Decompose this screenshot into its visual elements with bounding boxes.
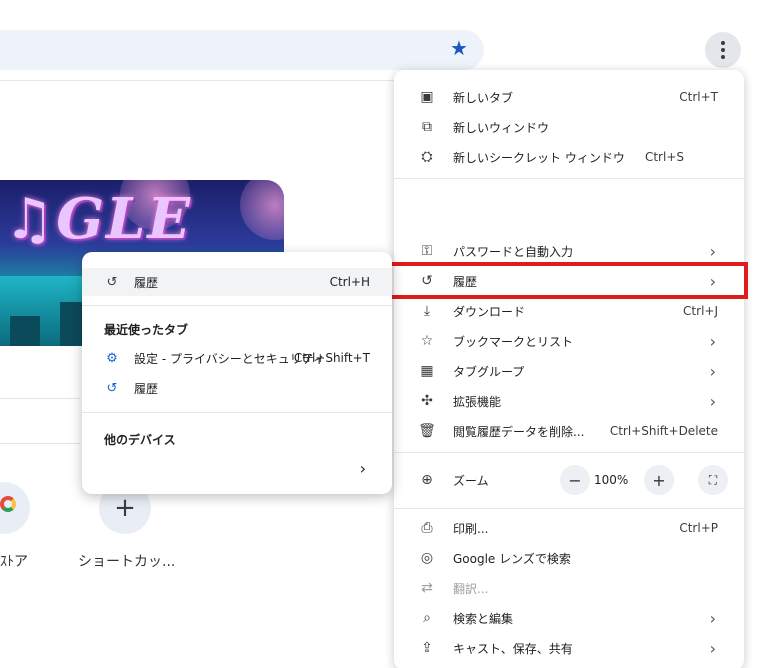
recent-tab-label: 履歴 [134,381,159,396]
shortcut-label: ｽﾄア [0,554,28,570]
minus-icon: − [568,470,582,490]
menu-item-label: 新しいタブ [453,90,514,105]
fullscreen-icon: ⛶ [708,472,718,487]
shortcut-label: ショートカッ... [78,554,176,570]
other-devices-expand[interactable]: › [82,456,392,480]
recent-tab-item[interactable]: ↺ 履歴 [82,376,392,400]
menu-item-print[interactable]: ⎙ 印刷... Ctrl+P [394,513,744,543]
menu-item-label: 拡張機能 [453,394,502,409]
settings-gear-icon: ⚙ [106,350,118,366]
submenu-item-label: 履歴 [134,275,159,290]
search-box[interactable] [0,398,80,444]
menu-divider [394,178,744,179]
recent-tab-shortcut: Ctrl+Shift+T [293,351,370,365]
menu-item-label: パスワードと自動入力 [453,244,574,259]
chevron-right-icon: › [709,331,716,351]
menu-item-label: 印刷... [453,521,489,536]
plus-icon: + [652,470,666,490]
menu-item-label: 翻訳... [453,581,489,596]
menu-item-new-incognito[interactable]: ⛭ 新しいシークレット ウィンドウ Ctrl+S [394,142,744,172]
find-edit-icon: ⌕ [423,610,431,626]
chevron-right-icon: › [709,241,716,261]
menu-item-shortcut: Ctrl+Shift+Delete [609,424,718,438]
bookmark-star-icon: ☆ [420,333,434,349]
menu-item-shortcut: Ctrl+S [644,150,684,164]
submenu-divider [82,412,392,413]
menu-item-extensions[interactable]: ✣ 拡張機能 › [394,386,744,416]
chevron-right-icon: › [709,608,716,628]
zoom-icon: ⊕ [421,472,433,488]
menu-item-label: 新しいウィンドウ [453,120,550,135]
menu-item-label: ブックマークとリスト [453,334,574,349]
menu-item-tab-groups[interactable]: ▦ タブグループ › [394,356,744,386]
menu-item-new-tab[interactable]: ▣ 新しいタブ Ctrl+T [394,82,744,112]
zoom-in-button[interactable]: + [644,465,674,495]
chevron-right-icon: › [709,638,716,658]
history-icon: ↺ [106,380,118,396]
chrome-main-menu: ▣ 新しいタブ Ctrl+T ⧉ 新しいウィンドウ ⛭ 新しいシークレット ウィ… [394,70,744,668]
menu-item-label: ズーム [453,473,489,488]
menu-item-downloads[interactable]: ⤓ ダウンロード Ctrl+J [394,296,744,326]
translate-icon: ⇄ [421,580,433,596]
menu-item-shortcut: Ctrl+J [683,304,718,318]
menu-item-label: ダウンロード [453,304,526,319]
menu-item-bookmarks[interactable]: ☆ ブックマークとリスト › [394,326,744,356]
menu-item-new-window[interactable]: ⧉ 新しいウィンドウ [394,112,744,142]
new-window-icon: ⧉ [422,119,432,135]
zoom-level: 100% [594,473,629,487]
incognito-icon: ⛭ [421,149,433,165]
menu-item-clear-browsing-data[interactable]: 🗑 閲覧履歴データを削除... Ctrl+Shift+Delete [394,416,744,446]
history-highlight-box [386,262,748,299]
menu-item-label: Google レンズで検索 [453,551,571,566]
menu-divider [394,452,744,453]
divider [0,80,395,81]
extensions-icon: ✣ [421,393,433,409]
menu-item-cast-save-share[interactable]: ⇪ キャスト、保存、共有 › [394,633,744,663]
google-lens-icon: ◎ [420,550,434,566]
key-icon: ⚿ [421,243,433,259]
submenu-item-shortcut: Ctrl+H [329,275,370,289]
menu-item-label: タブグループ [453,364,525,379]
menu-item-find-edit[interactable]: ⌕ 検索と編集 › [394,603,744,633]
menu-divider [394,508,744,509]
trash-icon: 🗑 [418,423,436,439]
submenu-item-history[interactable]: ↺ 履歴 Ctrl+H [82,270,392,294]
cast-icon: ⇪ [421,640,433,656]
print-icon: ⎙ [421,520,433,536]
new-tab-icon: ▣ [420,89,434,105]
menu-item-label: 新しいシークレット ウィンドウ [453,150,625,165]
plus-icon: + [114,493,136,523]
fullscreen-button[interactable]: ⛶ [698,465,728,495]
chevron-right-icon: › [709,391,716,411]
address-bar[interactable] [0,30,484,70]
chevron-right-icon: › [709,361,716,381]
download-icon: ⤓ [423,303,431,319]
chevron-right-icon: › [359,458,366,478]
tab-groups-icon: ▦ [420,363,434,379]
menu-item-google-lens[interactable]: ◎ Google レンズで検索 [394,543,744,573]
history-icon: ↺ [106,274,118,290]
recent-tab-item[interactable]: ⚙ 設定 - プライバシーとセキュリティ Ctrl+Shift+T [82,346,392,370]
menu-item-translate: ⇄ 翻訳... [394,573,744,603]
bookmark-star-icon[interactable]: ★ [448,37,470,59]
chrome-menu-button[interactable] [705,32,741,68]
submenu-divider [82,305,392,306]
menu-item-label: キャスト、保存、共有 [453,641,573,656]
other-devices-heading: 他のデバイス [104,433,176,447]
menu-item-label: 閲覧履歴データを削除... [453,424,585,439]
doodle-logo: ♫GLE [4,186,193,252]
menu-item-shortcut: Ctrl+T [679,90,718,104]
history-submenu: ↺ 履歴 Ctrl+H 最近使ったタブ ⚙ 設定 - プライバシーとセキュリティ… [82,252,392,494]
zoom-out-button[interactable]: − [560,465,590,495]
menu-item-label: 検索と編集 [453,611,514,626]
menu-item-shortcut: Ctrl+P [679,521,718,535]
chrome-web-store-icon [0,496,16,512]
recent-tabs-heading: 最近使ったタブ [104,323,189,337]
